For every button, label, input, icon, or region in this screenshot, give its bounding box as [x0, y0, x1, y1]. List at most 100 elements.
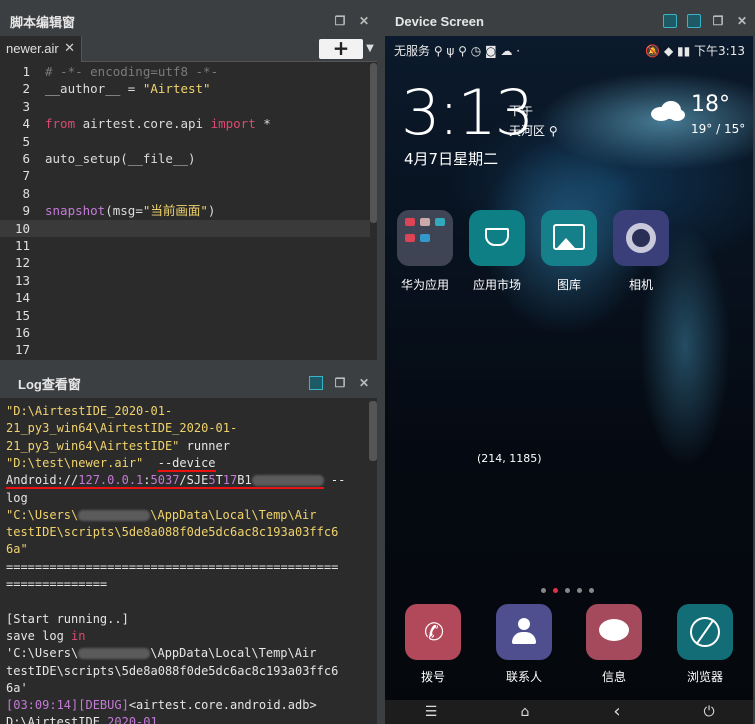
line-number: 4: [22, 116, 30, 132]
log-panel-header: Log查看窗 ❐ ✕: [0, 368, 377, 398]
line-number: 11: [14, 238, 30, 253]
line-number: 2: [22, 81, 30, 97]
editor-panel-header: 脚本编辑窗 ❐ ✕: [0, 6, 377, 36]
log-line: testIDE\scripts\5de8a088f0de5dc6ac8c193a…: [6, 663, 339, 678]
code-line: 14: [0, 289, 370, 306]
device-panel-header: Device Screen ❐ ✕: [383, 6, 755, 36]
close-icon[interactable]: ✕: [357, 14, 371, 28]
script-editor-panel: 脚本编辑窗 ❐ ✕ newer.air ✕ + ▼ 1 # -*- encodin…: [0, 6, 377, 360]
editor-scrollbar[interactable]: [370, 63, 377, 223]
add-script-button[interactable]: +: [319, 38, 363, 59]
line-number: 13: [14, 272, 30, 288]
home-icon[interactable]: ⌂: [515, 703, 535, 721]
device-screen-panel: Device Screen ❐ ✕ 无服务 ⚲ ψ ⚲ ◷ ◙ ☁ · 🔕 ◆ …: [383, 6, 755, 724]
log-output[interactable]: "D:\AirtestIDE_2020-01- 21_py3_win64\Air…: [0, 401, 377, 724]
code-string: "当前画面": [142, 203, 208, 219]
tab-newer-air[interactable]: newer.air ✕: [0, 36, 82, 62]
line-number: 15: [14, 307, 30, 323]
log-line: testIDE\scripts\5de8a088f0de5dc6ac8c193a…: [6, 525, 339, 540]
dock-browser[interactable]: 浏览器: [675, 604, 735, 685]
page-dot: [541, 588, 546, 593]
line-number: 14: [14, 290, 30, 306]
back-icon[interactable]: ‹: [607, 703, 627, 721]
log-line: Android://127.0.0.1:5037/SJE5T17B1 --: [6, 473, 346, 490]
power-icon[interactable]: ⏻: [699, 703, 719, 721]
app-label: 应用市场: [472, 278, 521, 292]
log-line: 'C:\Users\ \AppData\Local\Temp\Air: [6, 646, 317, 661]
filter-icon[interactable]: [309, 376, 323, 390]
code-text: (msg=: [105, 203, 143, 219]
log-line: "D:\test\newer.air" --device: [6, 455, 216, 472]
code-area[interactable]: 1 # -*- encoding=utf8 -*- 2 __author__ = "…: [0, 63, 377, 360]
line-number: 3: [22, 98, 30, 114]
tools-icon[interactable]: [687, 14, 701, 28]
line-number: 12: [14, 255, 30, 271]
redacted-text: [251, 475, 324, 487]
log-scrollbar[interactable]: [369, 401, 377, 461]
page-dot: [565, 588, 570, 593]
page-dot: [577, 588, 582, 593]
code-line: 12: [0, 254, 370, 271]
gallery-icon: [541, 210, 597, 266]
editor-tab-bar: newer.air ✕ + ▼: [0, 36, 377, 62]
code-line: 7: [0, 167, 370, 184]
code-line: 1 # -*- encoding=utf8 -*-: [0, 63, 370, 80]
log-line: ==============: [6, 577, 108, 591]
code-line: 6 auto_setup(__file__): [0, 150, 370, 167]
close-icon[interactable]: ✕: [735, 14, 749, 28]
camera-icon: [613, 210, 669, 266]
log-line: "D:\AirtestIDE_2020-01-: [6, 404, 173, 418]
contacts-icon: [496, 604, 552, 660]
message-icon: [586, 604, 642, 660]
clock-ampm: 下午: [509, 104, 534, 118]
float-icon[interactable]: ❐: [333, 376, 347, 390]
tab-close-icon[interactable]: ✕: [64, 40, 75, 56]
browser-icon: [677, 604, 733, 660]
tab-label: newer.air: [6, 41, 59, 56]
code-line: 15: [0, 307, 370, 324]
app-huawei-apps[interactable]: 华为应用: [395, 210, 455, 293]
code-text: # -*- encoding=utf8 -*-: [45, 64, 219, 79]
menu-icon[interactable]: ☰: [421, 703, 441, 721]
log-line: 21_py3_win64\AirtestIDE" runner: [6, 438, 230, 453]
code-line: 5: [0, 133, 370, 150]
dock-dialer[interactable]: ✆ 拨号: [403, 604, 463, 685]
app-label: 拨号: [420, 670, 445, 684]
float-icon[interactable]: ❐: [711, 14, 725, 28]
log-line: 21_py3_win64\AirtestIDE_2020-01-: [6, 421, 238, 436]
app-camera[interactable]: 相机: [611, 210, 671, 293]
page-indicator: [541, 588, 594, 593]
code-string: "Airtest": [142, 81, 211, 97]
chevron-down-icon[interactable]: ▼: [363, 40, 377, 58]
device-screen[interactable]: 无服务 ⚲ ψ ⚲ ◷ ◙ ☁ · 🔕 ◆ ▮▮ 下午3:13 3:13 下午 …: [385, 36, 753, 724]
dock-messages[interactable]: 信息: [584, 604, 644, 685]
code-text: __author__ =: [45, 81, 143, 97]
log-line: [Start running..]: [6, 611, 129, 626]
float-icon[interactable]: ❐: [333, 14, 347, 28]
line-number: 10: [14, 220, 30, 236]
app-gallery[interactable]: 图库: [539, 210, 599, 293]
screen-layout-icon[interactable]: [663, 14, 677, 28]
code-text: airtest.core.api: [75, 116, 211, 132]
android-nav-bar: ☰ ⌂ ‹ ⏻: [385, 700, 753, 724]
code-keyword: import: [210, 116, 256, 132]
code-line: 9 snapshot(msg="当前画面"): [0, 202, 370, 219]
close-icon[interactable]: ✕: [357, 376, 371, 390]
cloud-weather-icon: [651, 101, 685, 121]
code-line: 16: [0, 324, 370, 341]
code-text: *: [255, 116, 271, 132]
phone-icon: ✆: [405, 604, 461, 660]
dock-contacts[interactable]: 联系人: [494, 604, 554, 685]
weather-temp[interactable]: 18°: [691, 92, 730, 117]
line-number: 8: [22, 185, 30, 201]
app-label: 信息: [601, 670, 626, 684]
log-line: "C:\Users\ \AppData\Local\Temp\Air: [6, 507, 317, 522]
editor-panel-title: 脚本编辑窗: [10, 14, 76, 30]
line-number: 5: [22, 133, 30, 149]
code-line: 4 from airtest.core.api import *: [0, 115, 370, 132]
page-dot: [589, 588, 594, 593]
clock-date: 4月7日星期二: [404, 150, 499, 168]
app-app-market[interactable]: 应用市场: [467, 210, 527, 293]
line-number: 17: [14, 342, 30, 358]
code-line: 13: [0, 272, 370, 289]
